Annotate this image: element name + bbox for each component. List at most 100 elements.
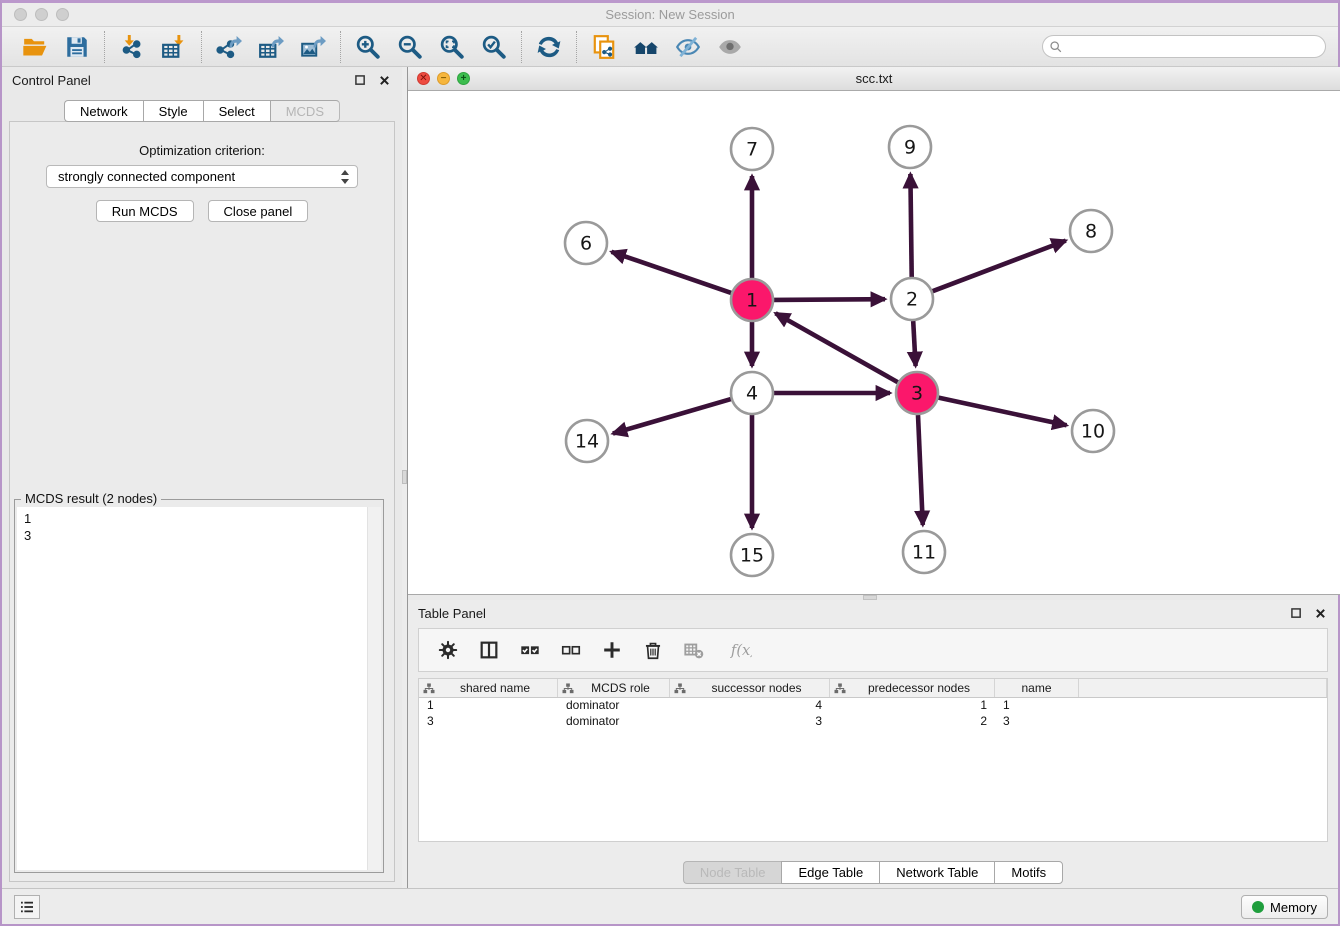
mcds-result-list[interactable]: 13: [17, 507, 367, 870]
table-cell[interactable]: 1: [830, 698, 995, 714]
hide-panel-icon[interactable]: [674, 33, 702, 61]
mcds-tab-content: Optimization criterion: strongly connect…: [9, 121, 395, 882]
graph-node-15[interactable]: 15: [731, 534, 773, 576]
table-row[interactable]: 3dominator323: [419, 714, 1327, 730]
function-builder-icon: f(x): [723, 638, 759, 662]
search-box[interactable]: [1042, 35, 1326, 58]
table-cell[interactable]: 3: [419, 714, 558, 730]
node-label: 9: [904, 137, 916, 159]
tab-motifs[interactable]: Motifs: [994, 861, 1063, 884]
table-cell[interactable]: 1: [419, 698, 558, 714]
tab-network-table[interactable]: Network Table: [879, 861, 994, 884]
export-table-icon[interactable]: [257, 33, 285, 61]
task-history-button[interactable]: [14, 895, 40, 919]
zoom-selected-icon[interactable]: [480, 33, 508, 61]
clone-network-icon[interactable]: [590, 33, 618, 61]
graph-node-8[interactable]: 8: [1070, 210, 1112, 252]
graph-node-11[interactable]: 11: [903, 531, 945, 573]
close-panel-icon[interactable]: [376, 72, 392, 88]
zoom-fit-icon[interactable]: [438, 33, 466, 61]
node-label: 15: [740, 545, 764, 567]
node-label: 1: [746, 290, 758, 312]
close-panel-icon[interactable]: [1312, 605, 1328, 621]
graph-node-3[interactable]: 3: [896, 372, 938, 414]
deselect-all-icon[interactable]: [559, 638, 583, 662]
close-panel-button[interactable]: Close panel: [208, 200, 309, 222]
float-panel-icon[interactable]: [352, 72, 368, 88]
network-view-window: ✕ − + scc.txt 7968124314101511: [408, 67, 1340, 595]
run-mcds-button[interactable]: Run MCDS: [96, 200, 194, 222]
graph-node-2[interactable]: 2: [891, 278, 933, 320]
node-table: shared nameMCDS rolesuccessor nodesprede…: [418, 678, 1328, 842]
graph-node-6[interactable]: 6: [565, 222, 607, 264]
tab-network[interactable]: Network: [64, 100, 143, 122]
tab-mcds[interactable]: MCDS: [270, 100, 340, 122]
table-tabs: Node TableEdge TableNetwork TableMotifs: [408, 861, 1338, 884]
float-panel-icon[interactable]: [1288, 605, 1304, 621]
zoom-in-icon[interactable]: [354, 33, 382, 61]
criterion-value: strongly connected component: [58, 169, 235, 184]
node-label: 8: [1085, 221, 1097, 243]
splitter-handle[interactable]: [402, 470, 407, 484]
svg-text:f(x): f(x): [730, 642, 752, 659]
tab-edge-table[interactable]: Edge Table: [781, 861, 879, 884]
graph-edge-2-3[interactable]: [913, 321, 915, 366]
column-header-successor-nodes[interactable]: successor nodes: [670, 679, 830, 697]
search-icon: [1049, 40, 1063, 54]
save-session-icon[interactable]: [63, 33, 91, 61]
column-header-shared-name[interactable]: shared name: [419, 679, 558, 697]
tab-node-table[interactable]: Node Table: [683, 861, 782, 884]
graph-edge-3-10[interactable]: [939, 398, 1067, 426]
table-toolbar: f(x): [418, 628, 1328, 672]
zoom-out-icon[interactable]: [396, 33, 424, 61]
search-input[interactable]: [1067, 40, 1319, 54]
graph-node-4[interactable]: 4: [731, 372, 773, 414]
import-table-icon[interactable]: [160, 33, 188, 61]
graph-edge-3-1[interactable]: [776, 313, 898, 382]
export-image-icon[interactable]: [299, 33, 327, 61]
column-header-predecessor-nodes[interactable]: predecessor nodes: [830, 679, 995, 697]
graph-edge-3-11[interactable]: [918, 415, 923, 525]
table-cell[interactable]: 2: [830, 714, 995, 730]
control-panel: Control Panel NetworkStyleSelectMCDS Opt…: [2, 67, 402, 888]
result-scrollbar[interactable]: [367, 507, 381, 870]
select-stepper-icon: [340, 169, 350, 188]
column-header-name[interactable]: name: [995, 679, 1079, 697]
export-network-icon[interactable]: [215, 33, 243, 61]
tab-style[interactable]: Style: [143, 100, 203, 122]
table-cell[interactable]: dominator: [558, 714, 670, 730]
graph-edge-2-8[interactable]: [933, 241, 1066, 292]
table-cell[interactable]: 3: [995, 714, 1079, 730]
import-network-icon[interactable]: [118, 33, 146, 61]
graph-node-9[interactable]: 9: [889, 126, 931, 168]
graph-edge-2-9[interactable]: [910, 174, 911, 277]
table-panel: Table Panel f(x) shared nameMCDS rolesuc…: [408, 600, 1338, 888]
network-canvas[interactable]: 7 9 6 8 1 2 4 3 14 10 15 11: [408, 91, 1340, 594]
add-row-icon[interactable]: [600, 638, 624, 662]
memory-button[interactable]: Memory: [1241, 895, 1328, 919]
tab-select[interactable]: Select: [203, 100, 270, 122]
graph-node-10[interactable]: 10: [1072, 410, 1114, 452]
criterion-select[interactable]: strongly connected component: [46, 165, 358, 188]
home-view-icon[interactable]: [632, 33, 660, 61]
table-options-icon[interactable]: [436, 638, 460, 662]
graph-node-1[interactable]: 1: [731, 279, 773, 321]
graph-edge-1-2[interactable]: [774, 299, 885, 300]
open-file-icon[interactable]: [21, 33, 49, 61]
graph-edge-4-14[interactable]: [613, 399, 731, 433]
show-column-icon[interactable]: [477, 638, 501, 662]
select-all-icon[interactable]: [518, 638, 542, 662]
table-cell[interactable]: dominator: [558, 698, 670, 714]
table-row[interactable]: 1dominator411: [419, 698, 1327, 714]
graph-node-14[interactable]: 14: [566, 420, 608, 462]
graph-node-7[interactable]: 7: [731, 128, 773, 170]
column-header-mcds-role[interactable]: MCDS role: [558, 679, 670, 697]
table-cell[interactable]: 3: [670, 714, 830, 730]
graph-edge-1-6[interactable]: [612, 252, 732, 293]
apply-layout-icon[interactable]: [535, 33, 563, 61]
mcds-result-title: MCDS result (2 nodes): [21, 491, 161, 506]
table-cell[interactable]: 4: [670, 698, 830, 714]
delete-row-icon[interactable]: [641, 638, 665, 662]
memory-status-icon: [1252, 901, 1264, 913]
table-cell[interactable]: 1: [995, 698, 1079, 714]
